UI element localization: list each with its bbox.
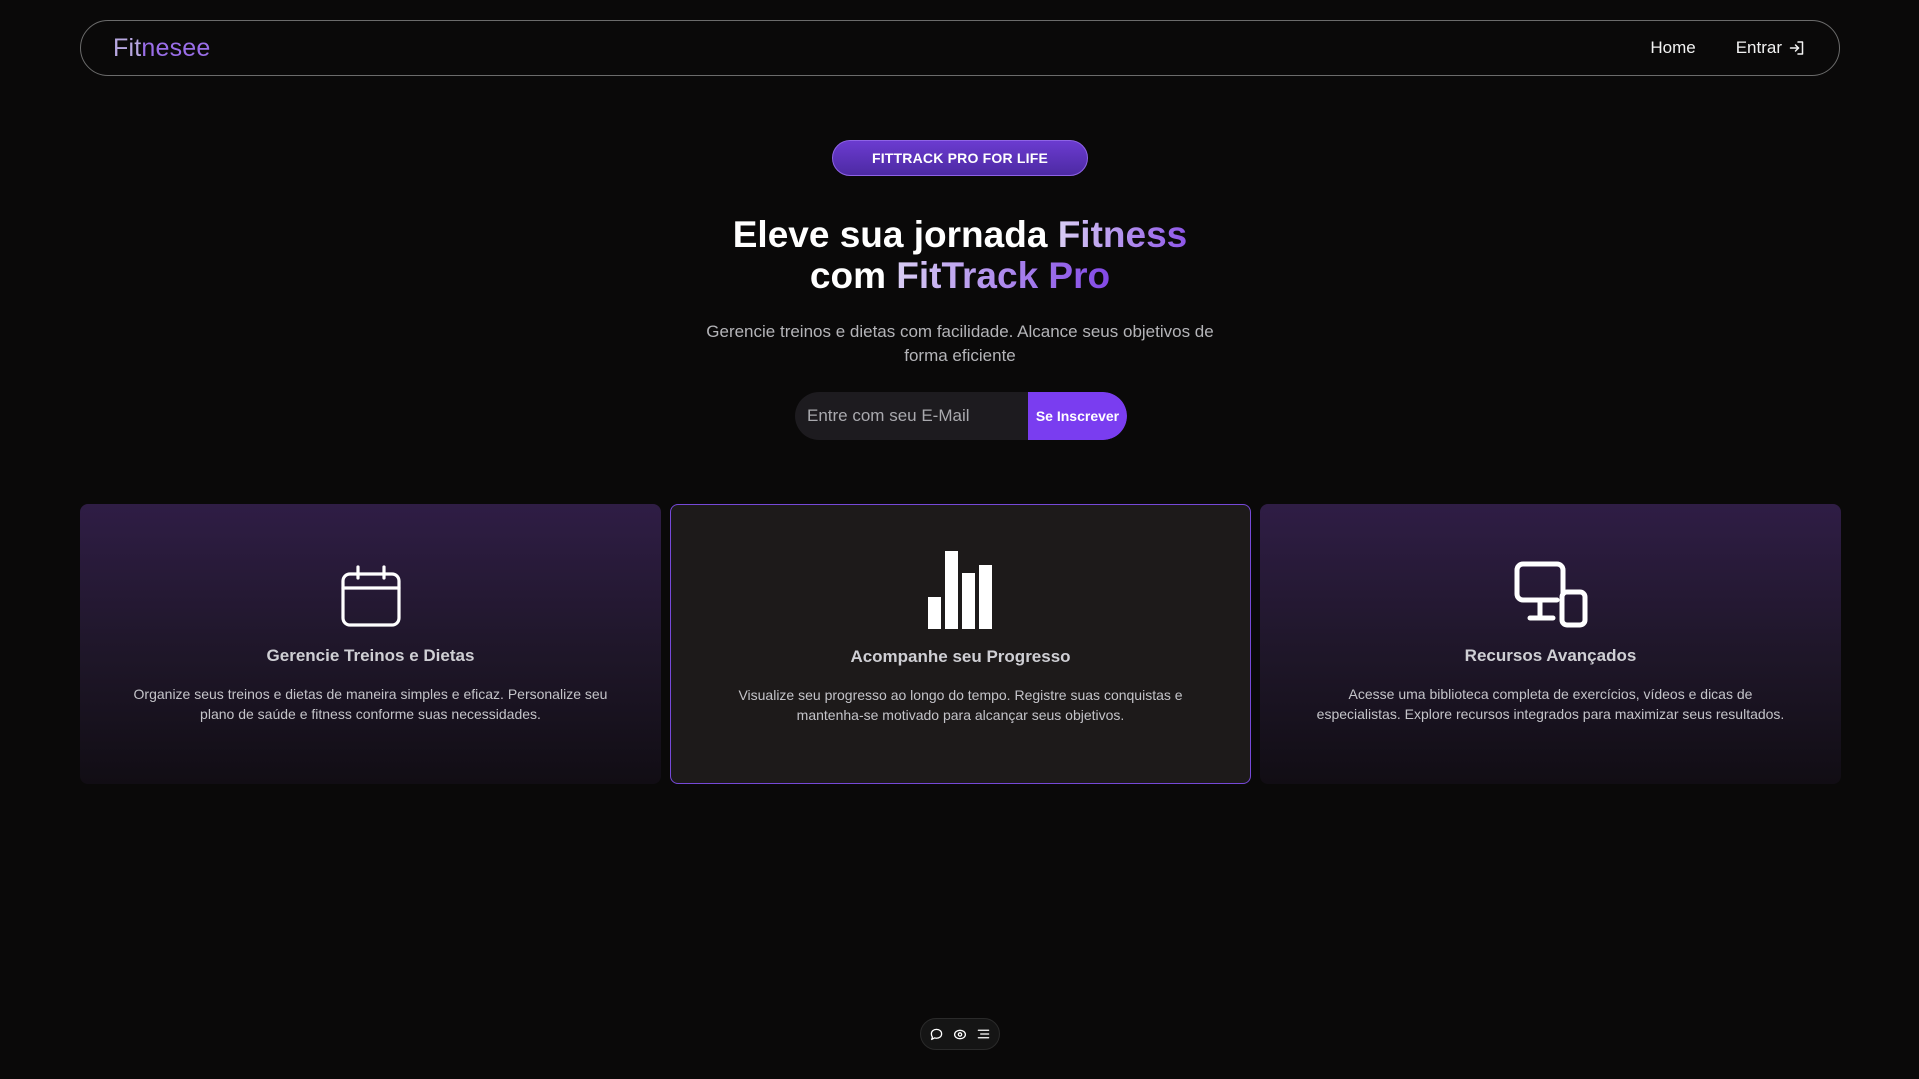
nav-links: Home Entrar bbox=[1650, 38, 1805, 58]
login-icon bbox=[1789, 40, 1805, 56]
hero-badge: FITTRACK PRO FOR LIFE bbox=[832, 140, 1088, 176]
hero-title-line2-a: com bbox=[809, 255, 897, 296]
floating-toolbar bbox=[920, 1018, 1000, 1050]
feature-card-title: Acompanhe seu Progresso bbox=[850, 647, 1071, 666]
feature-card-title: Gerencie Treinos e Dietas bbox=[266, 646, 475, 665]
bar-chart-icon bbox=[927, 551, 994, 629]
hero-title: Eleve sua jornada Fitness com FitTrack P… bbox=[560, 214, 1360, 296]
feature-card-progress: Acompanhe seu Progresso Visualize seu pr… bbox=[670, 504, 1251, 784]
devices-icon bbox=[1513, 550, 1589, 628]
hero-badge-label: FITTRACK PRO FOR LIFE bbox=[871, 150, 1049, 166]
feature-card-resources: Recursos Avançados Acesse uma biblioteca… bbox=[1260, 504, 1841, 784]
hero-title-line2-b: FitTrack Pro bbox=[896, 255, 1111, 296]
calendar-icon bbox=[340, 550, 402, 628]
feature-card-description: Acesse uma biblioteca completa de exercí… bbox=[1316, 686, 1785, 722]
chat-icon[interactable] bbox=[930, 1028, 943, 1041]
menu-icon[interactable] bbox=[977, 1028, 990, 1040]
logo-part-2: nesee bbox=[141, 33, 211, 62]
hero-title-line1-a: Eleve sua jornada bbox=[732, 214, 1058, 255]
hero-title-line1-b: Fitness bbox=[1057, 214, 1188, 255]
nav-home-link[interactable]: Home bbox=[1650, 38, 1695, 58]
page: Fitnesee Home Entrar FITTRACK PRO FOR LI… bbox=[0, 0, 1919, 1079]
subscribe-button[interactable]: Se Inscrever bbox=[1028, 392, 1127, 440]
feature-card-description: Organize seus treinos e dietas de maneir… bbox=[133, 686, 608, 722]
eye-icon[interactable] bbox=[953, 1028, 967, 1041]
email-input[interactable] bbox=[795, 392, 1028, 440]
logo-part-1: Fit bbox=[113, 33, 142, 62]
feature-card-title: Recursos Avançados bbox=[1464, 646, 1637, 665]
subscribe-form: Se Inscrever bbox=[795, 392, 1127, 440]
hero-subtitle: Gerencie treinos e dietas com facilidade… bbox=[706, 322, 1214, 365]
nav-login-link[interactable]: Entrar bbox=[1736, 38, 1805, 58]
logo[interactable]: Fitnesee bbox=[113, 34, 211, 63]
navbar: Fitnesee Home Entrar bbox=[80, 20, 1840, 76]
nav-home-label: Home bbox=[1650, 38, 1696, 57]
nav-login-label: Entrar bbox=[1735, 38, 1782, 57]
feature-card-workouts: Gerencie Treinos e Dietas Organize seus … bbox=[80, 504, 661, 784]
feature-card-description: Visualize seu progresso ao longo do temp… bbox=[738, 687, 1183, 723]
